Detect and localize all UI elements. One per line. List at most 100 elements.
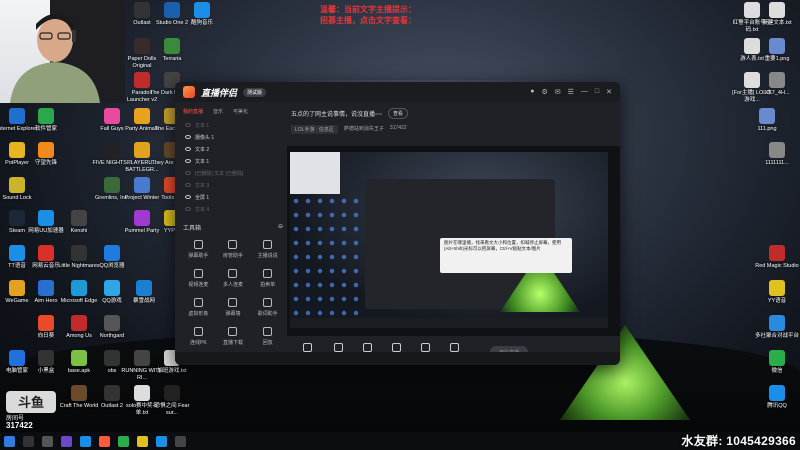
taskview-icon[interactable] [42,435,53,447]
left-tab[interactable]: 我的直播 [183,108,203,115]
maximize-icon[interactable]: □ [595,88,599,96]
wechat-taskbar-icon[interactable] [118,435,129,447]
desktop-icon[interactable]: Sound Lock [0,177,39,202]
message-icon[interactable]: ✉ [555,88,561,96]
outlast-icon [104,385,120,401]
companion-icon[interactable] [99,435,110,447]
menu-icon[interactable]: ☰ [568,88,574,96]
pubg-icon [134,142,150,158]
eye-icon[interactable] [185,159,191,163]
eye-icon[interactable] [185,147,191,151]
desktop-icon[interactable]: 新建文本.txt [755,2,799,27]
tool-item[interactable]: 直播下载 [216,327,251,346]
avatar-icon[interactable]: ● [530,88,534,96]
northgard-icon [104,315,120,331]
svg-text:斗鱼: 斗鱼 [18,395,44,411]
source-item[interactable]: 全屏 1 [179,191,287,203]
source-label: 全屏 1 [195,194,210,201]
eye-icon[interactable] [185,135,191,139]
desktop-icon[interactable]: 多社聚合对战平台 [755,315,799,340]
folder-icon[interactable] [137,435,148,447]
desktop-icon-label: 暴雪战网 [132,298,155,304]
tool-item[interactable]: 主播说说 [250,240,285,259]
preview-desktop-icons [290,194,365,324]
broadcast-companion-window[interactable]: 直播伴侣 测试版 ● ⚙ ✉ ☰ — □ ✕ 我的直播 音乐 可美化 文本 1 摄像头… [175,82,620,365]
room-info-tab[interactable]: 萨德站到消失王子 [344,125,384,134]
tool-item[interactable]: 虚拟形象 [181,298,216,317]
tool-icon [193,327,203,336]
tool-label: 歌词助手 [257,311,278,317]
tool-item[interactable]: 视频连麦 [181,269,216,288]
studio-icon [164,2,180,18]
desktop-icon[interactable]: Red Magic Studio [755,245,799,270]
source-item[interactable]: 摄像头 1 [179,131,287,143]
source-item[interactable]: 文本 4 [179,203,287,215]
close-icon[interactable]: ✕ [606,88,612,96]
eye-icon[interactable] [185,123,191,127]
settings-icon[interactable]: ⚙ [541,88,547,96]
desktop-icon[interactable]: Kenshi [57,210,101,235]
source-item[interactable]: 文本 1 [179,119,287,131]
desktop-icon-label: Red Magic Studio [755,263,799,269]
search-icon[interactable] [23,435,34,447]
potplayer-icon [9,142,25,158]
source-item[interactable]: 文本 1 [179,155,287,167]
desktop-icon[interactable]: 暴雪战网 [122,280,166,305]
tool-item[interactable]: 弹幕墙 [216,298,251,317]
eye-icon[interactable] [185,195,191,199]
tool-item[interactable]: 歌词助手 [250,298,285,317]
desktop-icon[interactable]: 微信 [755,350,799,375]
left-tab[interactable]: 音乐 [213,108,223,115]
desktop-icon[interactable]: 守望先锋 [24,142,68,167]
tool-icon [193,298,203,307]
tool-label: 回放 [262,340,273,346]
douyu-icon[interactable] [80,435,91,447]
source-item[interactable]: 文本 3 [179,179,287,191]
qq-taskbar-icon[interactable] [156,435,167,447]
room-info-tab[interactable]: LOL手游 · 信息区 [291,125,338,134]
notice-button[interactable]: 查看 [388,108,409,119]
desktop-icon[interactable]: 酷狗音乐 [180,2,224,27]
obs-taskbar-icon[interactable] [175,435,186,447]
tool-item[interactable]: 回放 [250,327,285,346]
eye-icon[interactable] [185,207,191,211]
stream-preview[interactable]: 图片在哪里播，找来看文大小和位置，扣喊停止屏幕，使用(Alt+Shift)光标可… [287,146,620,336]
tools-expand-icon[interactable]: ⊖ [278,223,283,232]
left-tab[interactable]: 可美化 [233,108,248,115]
desktop-icon[interactable]: 重要1.png [755,38,799,63]
tool-item[interactable]: 拍卖单 [250,269,285,288]
desktop-icon[interactable]: 软件管家 [24,108,68,133]
tool-item[interactable]: 多人连麦 [216,269,251,288]
tool-label: 虚拟形象 [188,311,209,317]
eye-icon[interactable] [185,183,191,187]
desktop-icon[interactable]: 1111111... [755,142,799,167]
twitch-icon[interactable] [61,435,72,447]
tool-item[interactable]: 弹幕助手 [181,240,216,259]
desktop-icon-label: XX7_4H... [764,90,790,96]
source-label: 文本 1 [195,158,210,165]
room-watermark: 斗鱼 房间号 317422 [2,389,60,432]
version-badge: 测试版 [243,87,267,97]
steam-icon [9,210,25,226]
desktop-icon[interactable]: XX7_4H... [755,72,799,97]
source-item[interactable]: 文本 2 [179,143,287,155]
eye-icon[interactable] [185,171,191,175]
kugou-icon [194,2,210,18]
room-info-tab[interactable]: 317422 [390,125,407,134]
desktop-icon[interactable]: Northgard [90,315,134,340]
desktop-icon[interactable]: 恐惧之间 Fear sur... [150,385,194,417]
game-icon [104,142,120,158]
start-icon[interactable] [4,435,15,447]
game-icon [134,38,150,54]
desktop-icon[interactable]: 腾讯QQ [755,385,799,410]
preview-taskbar [290,318,608,328]
desktop-icon[interactable]: YY语音 [755,280,799,305]
desktop-icon[interactable]: 111.png [745,108,789,133]
minimize-icon[interactable]: — [581,88,588,96]
source-item[interactable]: [已删除] 文本 [已删除] [179,167,287,179]
tool-item[interactable]: 房管助手 [216,240,251,259]
desktop-icon-label: 多社聚合对战平台 [755,333,800,339]
desktop-icon[interactable]: Terraria [150,38,194,63]
tool-item[interactable]: 连线PK [181,327,216,346]
desktop-icon[interactable]: QQ浏览器 [90,245,134,270]
